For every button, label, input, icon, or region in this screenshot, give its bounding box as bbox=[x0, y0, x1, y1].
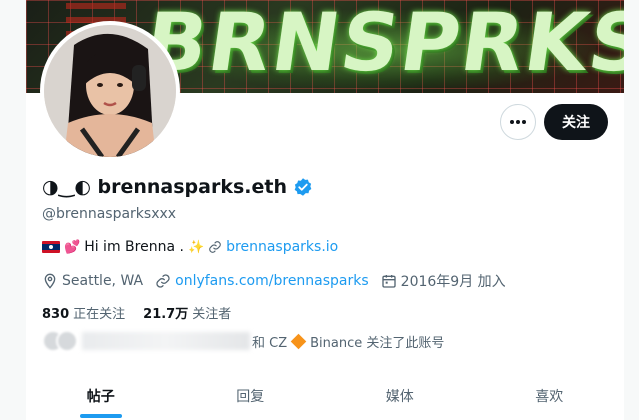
follow-counts: 830 正在关注 21.7万 关注者 bbox=[42, 303, 249, 322]
hearts-icon: 💕 bbox=[64, 239, 81, 255]
joined-item: 2016年9月 加入 bbox=[381, 271, 506, 291]
follower-avatars-blurred bbox=[42, 330, 78, 352]
following-label: 正在关注 bbox=[73, 307, 126, 322]
avatar[interactable] bbox=[40, 21, 180, 161]
more-options-button[interactable] bbox=[500, 104, 536, 140]
bio-link[interactable]: brennasparks.io bbox=[226, 239, 338, 255]
calendar-icon bbox=[382, 275, 396, 288]
location-icon bbox=[44, 273, 56, 289]
tab-likes[interactable]: 喜欢 bbox=[475, 372, 625, 420]
avatar-photo bbox=[44, 25, 176, 157]
followers-label: 关注者 bbox=[192, 307, 232, 322]
follower-names-blurred bbox=[82, 332, 250, 350]
banner-artwork-text: BRNSPRKS bbox=[139, 0, 624, 89]
tab-posts[interactable]: 帖子 bbox=[26, 372, 176, 420]
profile-meta: Seattle, WA onlyfans.com/brennasparks 20… bbox=[42, 271, 518, 291]
bio: 💕 Hi im Brenna . ✨ brennasparks.io bbox=[42, 239, 338, 255]
followers-count[interactable]: 21.7万 关注者 bbox=[143, 303, 231, 322]
location-text: Seattle, WA bbox=[62, 273, 144, 289]
tab-replies[interactable]: 回复 bbox=[176, 372, 326, 420]
website-link[interactable]: onlyfans.com/brennasparks bbox=[175, 273, 369, 289]
followed-by[interactable]: 和 CZ Binance 关注了此账号 bbox=[42, 330, 444, 352]
bio-text: Hi im Brenna . bbox=[84, 239, 184, 255]
followers-value: 21.7万 bbox=[143, 307, 189, 322]
sparkles-icon: ✨ bbox=[187, 239, 205, 255]
location-item: Seattle, WA bbox=[42, 273, 143, 289]
name-row: ◑‿◐ brennasparks.eth bbox=[42, 176, 313, 198]
link-icon bbox=[156, 274, 170, 288]
more-dots-icon bbox=[510, 120, 526, 124]
verified-badge-icon[interactable] bbox=[293, 177, 313, 197]
tab-media[interactable]: 媒体 bbox=[325, 372, 475, 420]
profile-tabs: 帖子 回复 媒体 喜欢 bbox=[26, 372, 624, 420]
binance-diamond-icon bbox=[290, 333, 307, 349]
joined-text: 2016年9月 加入 bbox=[400, 274, 506, 290]
website-item: onlyfans.com/brennasparks bbox=[155, 273, 369, 289]
handle: @brennasparksxxx bbox=[42, 206, 177, 222]
link-icon bbox=[209, 241, 221, 253]
follow-button[interactable]: 关注 bbox=[544, 104, 608, 140]
followed-by-suffix: Binance 关注了此账号 bbox=[310, 335, 445, 351]
profile-page: BRNSPRKS 关注 ◑‿◐ brennasparks.eth @brenna… bbox=[26, 0, 624, 420]
display-name: ◑‿◐ brennasparks.eth bbox=[42, 176, 287, 198]
following-count[interactable]: 830 正在关注 bbox=[42, 303, 125, 322]
laos-flag-icon bbox=[42, 241, 60, 253]
followed-by-prefix: 和 CZ bbox=[252, 335, 288, 351]
following-value: 830 bbox=[42, 307, 70, 322]
